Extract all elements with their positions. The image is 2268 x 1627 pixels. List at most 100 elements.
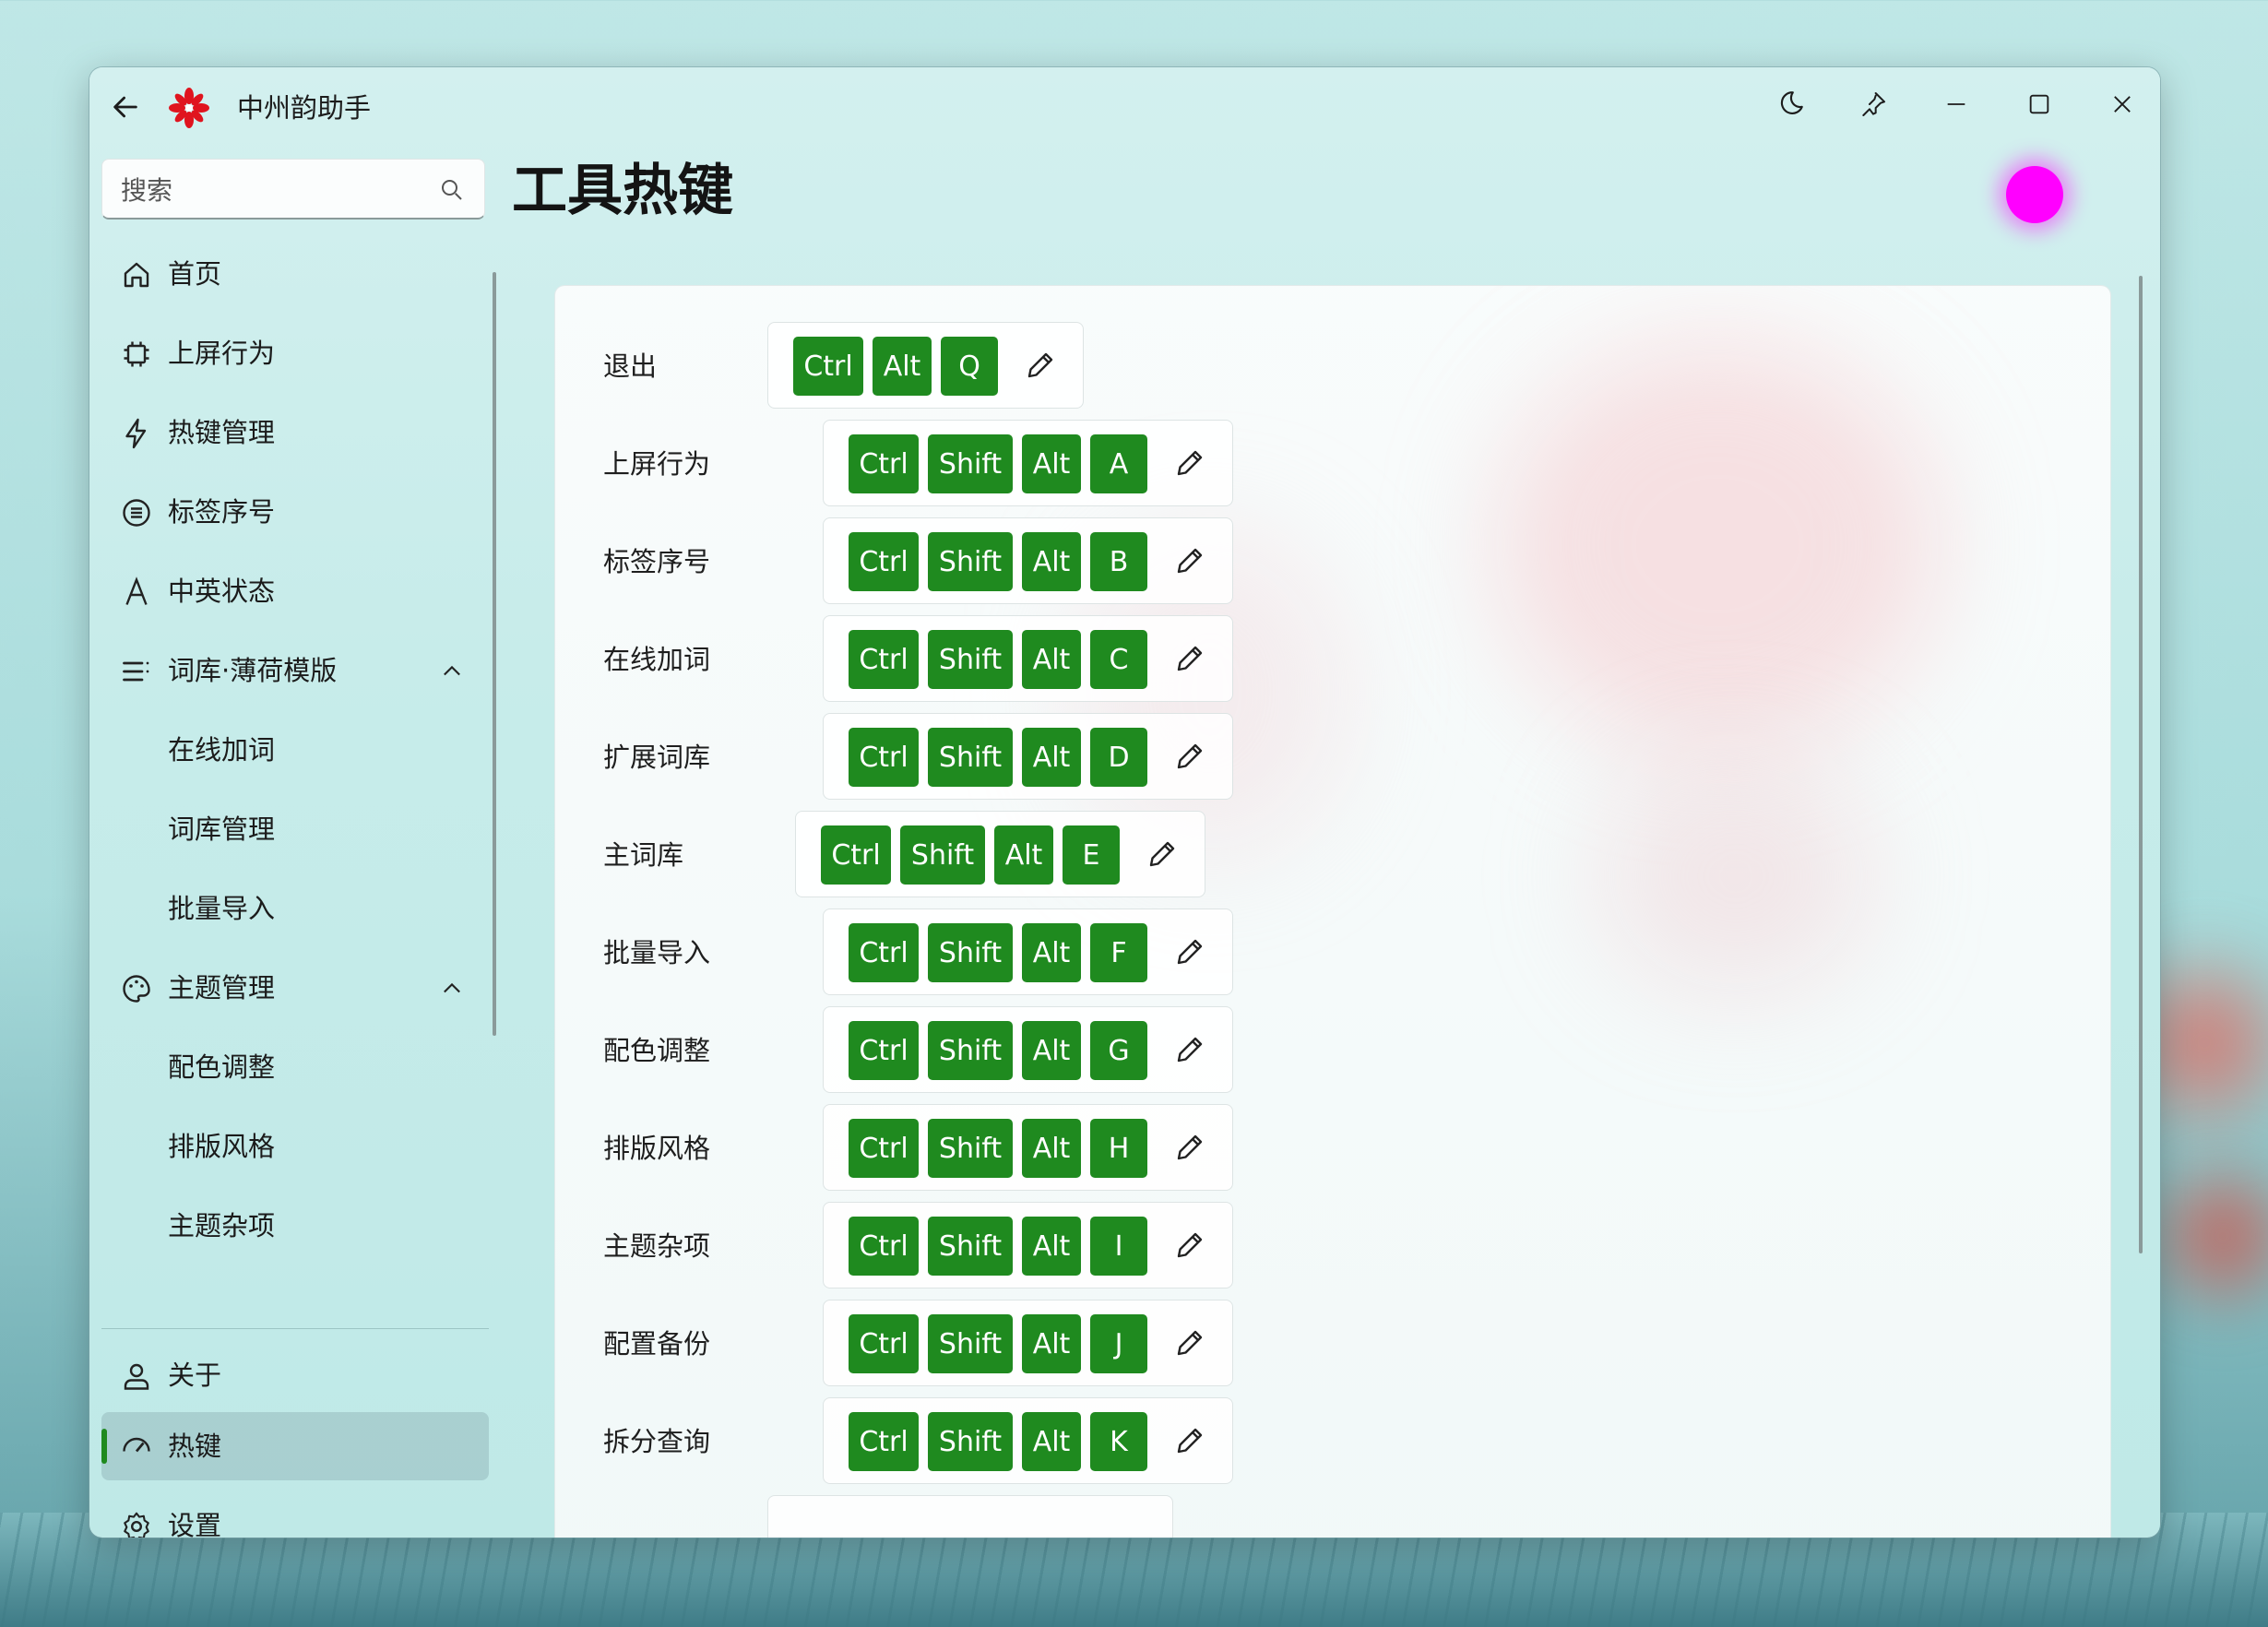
nav-item-label-numbers[interactable]: 标签序号 bbox=[101, 478, 489, 546]
search-icon[interactable] bbox=[438, 176, 466, 204]
hotkey-combo[interactable]: Ctrl Shift Alt J bbox=[823, 1300, 1233, 1386]
pencil-icon[interactable] bbox=[1173, 1131, 1206, 1164]
key-badge: Ctrl bbox=[793, 337, 863, 396]
close-icon bbox=[2114, 96, 2131, 113]
nav-item-dictionary[interactable]: 词库·薄荷模版 bbox=[101, 636, 489, 705]
nav-item-label: 词库·薄荷模版 bbox=[168, 655, 338, 686]
nav-item-label: 中英状态 bbox=[168, 576, 276, 607]
hotkey-combo[interactable]: Ctrl Shift Alt F bbox=[823, 909, 1233, 995]
pencil-icon[interactable] bbox=[1173, 1229, 1206, 1262]
chevron-up-icon[interactable] bbox=[439, 659, 465, 684]
key-badge: Shift bbox=[928, 1314, 1013, 1373]
hotkey-label: 批量导入 bbox=[603, 937, 711, 968]
theme-toggle-button[interactable] bbox=[1763, 78, 1818, 130]
background-flower bbox=[2149, 1134, 2268, 1337]
nav-item-label: 上屏行为 bbox=[168, 338, 276, 369]
avatar[interactable] bbox=[2006, 166, 2063, 223]
key-badge: Q bbox=[941, 337, 998, 396]
hotkey-label: 标签序号 bbox=[603, 546, 711, 577]
maximize-button[interactable] bbox=[2012, 78, 2067, 130]
nav-item-dictionary-management[interactable]: 词库管理 bbox=[101, 795, 489, 863]
pencil-icon[interactable] bbox=[1173, 1033, 1206, 1066]
nav-item-batch-import[interactable]: 批量导入 bbox=[101, 874, 489, 943]
hotkey-label: 排版风格 bbox=[603, 1133, 711, 1164]
nav-item-hotkey-management[interactable]: 热键管理 bbox=[101, 398, 489, 467]
key-badge: Shift bbox=[928, 532, 1013, 591]
key-badge: C bbox=[1090, 630, 1147, 689]
nav-item-color-adjust[interactable]: 配色调整 bbox=[101, 1033, 489, 1101]
nav-item-label: 在线加词 bbox=[168, 734, 276, 766]
hotkey-combo[interactable]: Ctrl Shift Alt K bbox=[823, 1397, 1233, 1484]
pencil-icon[interactable] bbox=[1173, 935, 1206, 968]
key-badge: Alt bbox=[994, 825, 1053, 885]
hotkey-combo[interactable]: Ctrl Shift Alt A bbox=[823, 420, 1233, 506]
nav-item-ascii-mode[interactable]: 中英状态 bbox=[101, 557, 489, 625]
hotkey-row: 主题杂项 Ctrl Shift Alt I bbox=[555, 1202, 1385, 1290]
key-group: Ctrl Alt Q bbox=[793, 337, 998, 396]
hotkey-combo[interactable]: Ctrl Shift Alt G bbox=[823, 1006, 1233, 1093]
key-badge: Alt bbox=[1022, 923, 1081, 982]
pin-icon bbox=[1862, 92, 1885, 116]
hotkey-combo[interactable]: Ctrl Alt Q bbox=[767, 322, 1084, 409]
hotkey-row: 扩展词库 Ctrl Shift Alt D bbox=[555, 713, 1385, 802]
back-button[interactable] bbox=[106, 88, 145, 126]
pencil-icon[interactable] bbox=[1146, 837, 1179, 871]
maximize-icon bbox=[2029, 94, 2049, 114]
pencil-icon[interactable] bbox=[1173, 1424, 1206, 1457]
nav-item-label: 热键 bbox=[168, 1431, 222, 1462]
key-badge: Alt bbox=[1022, 1021, 1081, 1080]
nav-item-theme-management[interactable]: 主题管理 bbox=[101, 954, 489, 1022]
home-icon bbox=[124, 262, 149, 288]
nav-item-label: 关于 bbox=[168, 1360, 222, 1391]
key-badge: H bbox=[1090, 1119, 1147, 1178]
minimize-button[interactable] bbox=[1929, 78, 1984, 130]
hotkey-combo[interactable]: Ctrl Shift Alt D bbox=[823, 713, 1233, 800]
key-group: Ctrl Shift Alt H bbox=[849, 1119, 1147, 1178]
key-badge: Alt bbox=[873, 337, 932, 396]
hotkey-label: 配色调整 bbox=[603, 1035, 711, 1066]
key-badge: Ctrl bbox=[849, 434, 919, 493]
pencil-icon[interactable] bbox=[1024, 349, 1057, 382]
key-badge: Ctrl bbox=[849, 532, 919, 591]
key-group: Ctrl Shift Alt F bbox=[849, 923, 1147, 982]
hotkey-combo[interactable]: Ctrl Shift Alt C bbox=[823, 615, 1233, 702]
nav-item-label: 词库管理 bbox=[168, 814, 276, 845]
app-logo-icon bbox=[169, 88, 209, 128]
pencil-icon[interactable] bbox=[1173, 544, 1206, 577]
content-scrollbar[interactable] bbox=[2139, 276, 2143, 1253]
key-badge: K bbox=[1090, 1412, 1147, 1471]
nav-item-layout-style[interactable]: 排版风格 bbox=[101, 1112, 489, 1181]
pencil-icon[interactable] bbox=[1173, 642, 1206, 675]
key-badge: Ctrl bbox=[849, 1314, 919, 1373]
hotkey-combo[interactable]: Ctrl Shift Alt B bbox=[823, 517, 1233, 604]
page-title: 工具热键 bbox=[512, 159, 733, 223]
hotkey-combo[interactable]: Ctrl Shift Alt H bbox=[823, 1104, 1233, 1191]
pencil-icon[interactable] bbox=[1173, 446, 1206, 480]
hotkey-combo[interactable] bbox=[767, 1495, 1173, 1538]
key-badge: Alt bbox=[1022, 1314, 1081, 1373]
key-badge: Shift bbox=[928, 1412, 1013, 1471]
nav-item-home[interactable]: 首页 bbox=[101, 240, 489, 308]
search-box[interactable] bbox=[101, 159, 485, 220]
sidebar-scrollbar[interactable] bbox=[493, 272, 496, 1036]
chevron-up-icon[interactable] bbox=[439, 976, 465, 1002]
nav-item-commit-behavior[interactable]: 上屏行为 bbox=[101, 319, 489, 387]
nav-item-settings[interactable]: 设置 bbox=[101, 1491, 489, 1538]
nav-item-about[interactable]: 关于 bbox=[101, 1341, 489, 1409]
close-button[interactable] bbox=[2095, 78, 2150, 130]
search-input[interactable] bbox=[119, 169, 427, 211]
app-window: 中州韵助手 工具热键 首页 上屏行为 bbox=[89, 67, 2160, 1538]
pin-button[interactable] bbox=[1846, 78, 1901, 130]
pencil-icon[interactable] bbox=[1173, 740, 1206, 773]
nav-item-hotkeys[interactable]: 热键 bbox=[101, 1412, 489, 1480]
key-badge: G bbox=[1090, 1021, 1147, 1080]
key-badge: Shift bbox=[928, 1217, 1013, 1276]
key-badge: Alt bbox=[1022, 630, 1081, 689]
hotkey-combo[interactable]: Ctrl Shift Alt E bbox=[795, 811, 1205, 897]
hotkey-combo[interactable]: Ctrl Shift Alt I bbox=[823, 1202, 1233, 1289]
pencil-icon[interactable] bbox=[1173, 1326, 1206, 1360]
nav-item-theme-misc[interactable]: 主题杂项 bbox=[101, 1192, 489, 1260]
nav-item-online-add-word[interactable]: 在线加词 bbox=[101, 716, 489, 784]
key-group: Ctrl Shift Alt E bbox=[821, 825, 1120, 885]
key-badge: Shift bbox=[928, 434, 1013, 493]
